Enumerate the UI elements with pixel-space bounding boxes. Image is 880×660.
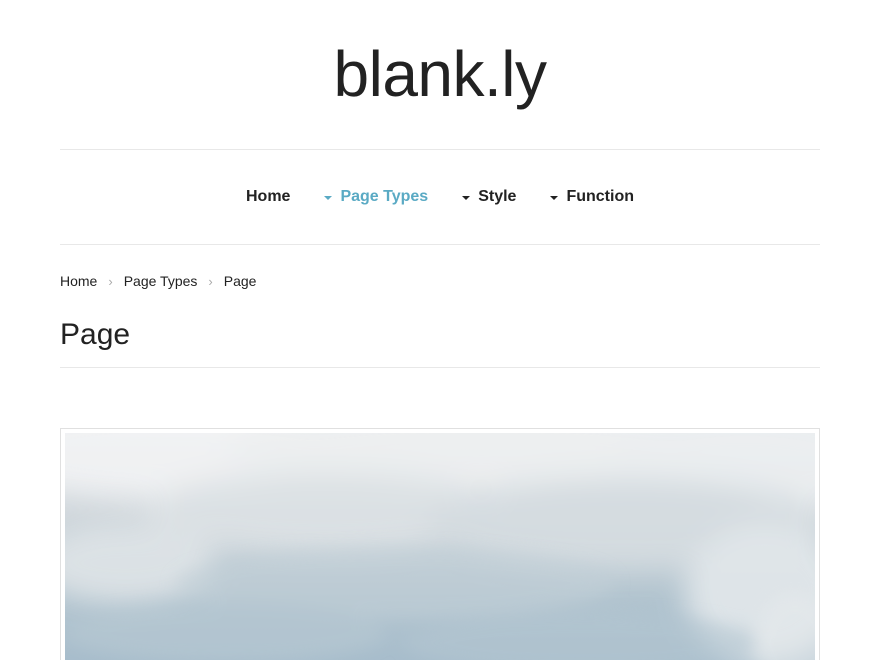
- nav-item-label: Function: [566, 188, 634, 205]
- nav-item-function[interactable]: Function: [550, 188, 634, 206]
- nav-item-home[interactable]: Home: [246, 188, 290, 206]
- breadcrumb-page-types[interactable]: Page Types: [124, 273, 198, 289]
- nav-item-page-types[interactable]: Page Types: [324, 188, 428, 206]
- header-divider-bottom: [60, 244, 820, 245]
- title-divider: [60, 367, 820, 368]
- main-navigation: Home Page Types Style Function: [60, 150, 820, 244]
- nav-item-label: Page Types: [340, 188, 429, 205]
- chevron-right-icon: ›: [208, 273, 213, 289]
- caret-down-icon: [462, 196, 471, 200]
- caret-down-icon: [324, 196, 333, 200]
- nav-item-label: Style: [478, 188, 517, 205]
- breadcrumb-home[interactable]: Home: [60, 273, 97, 289]
- nav-item-style[interactable]: Style: [462, 188, 516, 206]
- breadcrumb-current: Page: [223, 273, 257, 289]
- nav-item-label: Home: [246, 188, 291, 205]
- page: blank.ly Home Page Types Style Function …: [0, 0, 880, 660]
- featured-image-clouds: [65, 433, 815, 660]
- site-title[interactable]: blank.ly: [0, 36, 880, 112]
- breadcrumb: Home › Page Types › Page: [60, 273, 256, 289]
- page-title: Page: [60, 318, 131, 351]
- chevron-right-icon: ›: [108, 273, 113, 289]
- caret-down-icon: [550, 196, 559, 200]
- featured-image-frame: [60, 428, 820, 660]
